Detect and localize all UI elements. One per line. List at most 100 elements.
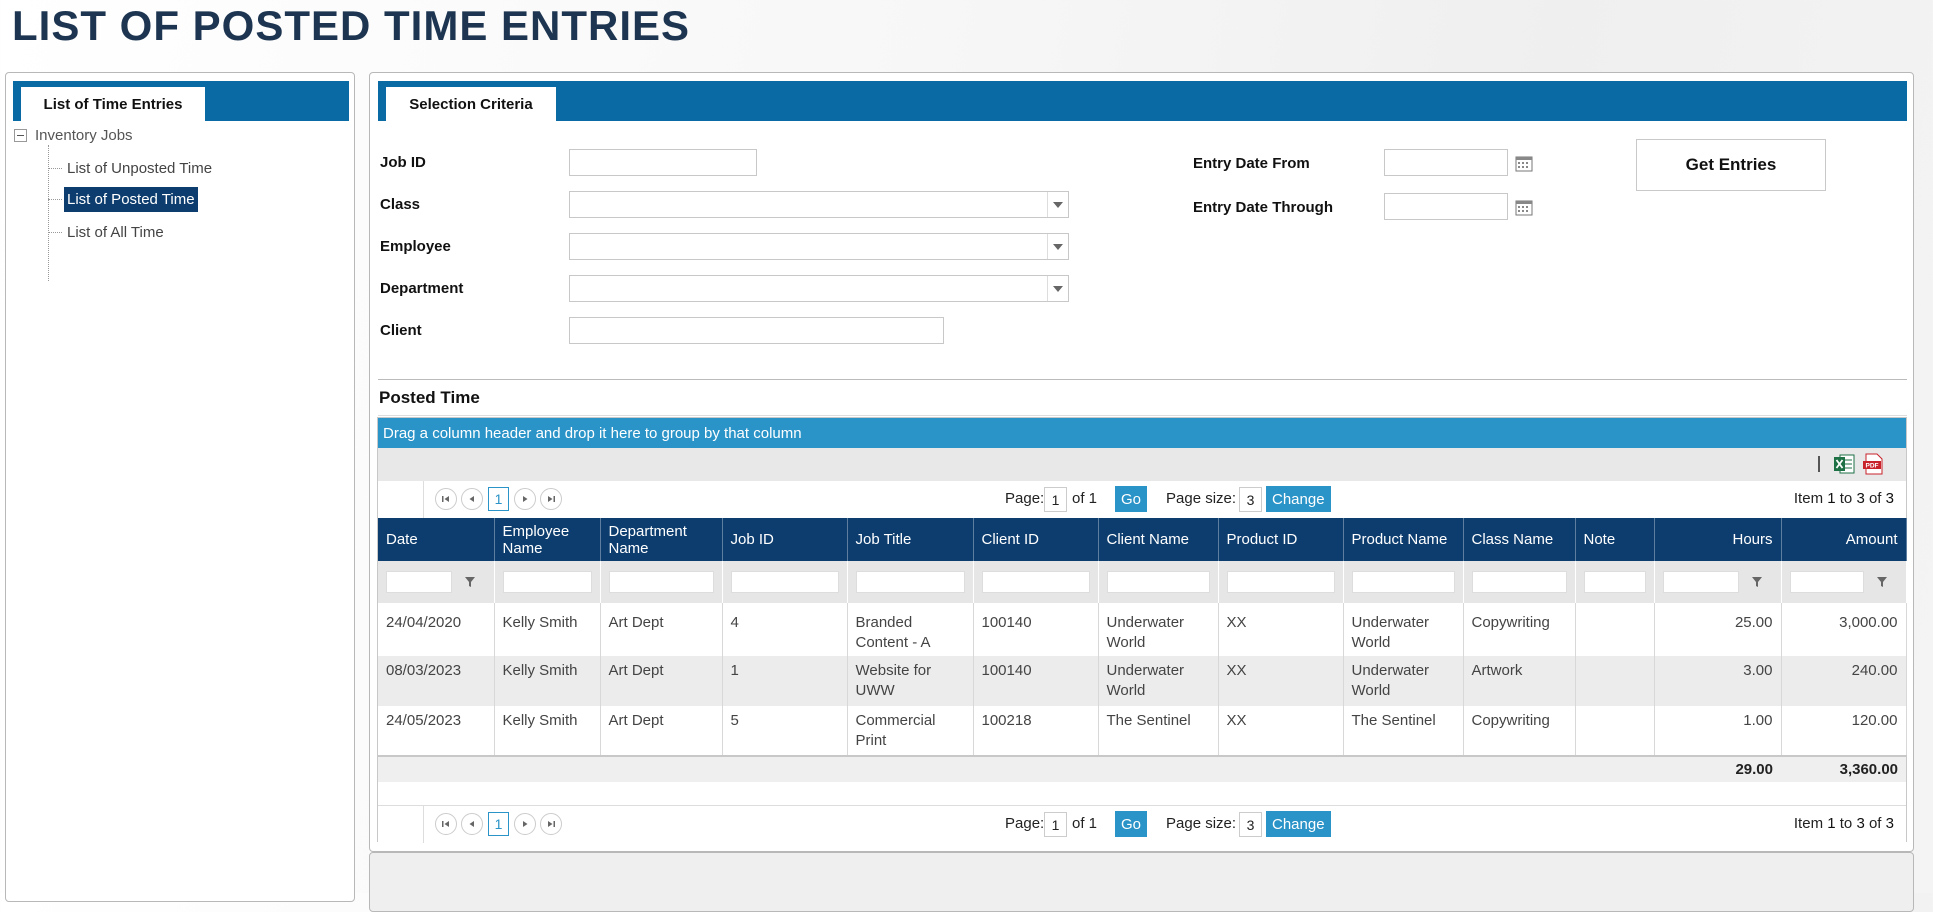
calendar-icon[interactable] (1515, 155, 1533, 172)
tab-selection-criteria[interactable]: Selection Criteria (386, 87, 556, 121)
section-title-posted-time: Posted Time (379, 388, 480, 407)
filter-icon[interactable] (1867, 569, 1897, 595)
tree-root-inventory-jobs[interactable]: Inventory Jobs (14, 127, 133, 144)
column-header-client-id[interactable]: Client ID (973, 518, 1099, 561)
page-size-label: Page size: (1166, 815, 1237, 832)
page-label: Page: (1005, 490, 1045, 507)
column-header-amount[interactable]: Amount (1781, 518, 1907, 561)
tree-item-unposted-time[interactable]: List of Unposted Time (48, 156, 215, 181)
cell-hours: 3.00 (1654, 656, 1782, 706)
cell-product-name: The Sentinel (1343, 706, 1464, 756)
entry-date-through-input[interactable] (1384, 193, 1508, 220)
filter-input-job-title[interactable] (855, 571, 965, 593)
tree-item-posted-time[interactable]: List of Posted Time (48, 187, 198, 212)
cell-employee-name: Kelly Smith (494, 656, 601, 706)
employee-label: Employee (380, 238, 451, 255)
grid-pager-top: 1 Page: 1 of 1 Go Page size: 3 Change It… (378, 481, 1906, 518)
column-header-date[interactable]: Date (378, 518, 495, 561)
first-page-icon[interactable] (435, 488, 457, 510)
filter-input-department-name[interactable] (608, 571, 714, 593)
column-header-note[interactable]: Note (1575, 518, 1655, 561)
dropdown-arrow-icon[interactable] (1047, 234, 1068, 259)
tree-item-label: List of All Time (67, 224, 164, 241)
employee-select[interactable] (569, 233, 1069, 260)
filter-input-amount[interactable] (1789, 571, 1887, 593)
table-row[interactable]: 24/05/2023 Kelly Smith Art Dept 5 Commer… (378, 706, 1907, 756)
dropdown-arrow-icon[interactable] (1047, 276, 1068, 301)
filter-icon[interactable] (1742, 569, 1772, 595)
excel-export-icon[interactable] (1833, 453, 1855, 475)
department-select[interactable] (569, 275, 1069, 302)
column-header-employee-name[interactable]: Employee Name (494, 518, 601, 561)
column-header-hours[interactable]: Hours (1654, 518, 1782, 561)
total-amount: 3,360.00 (1781, 755, 1906, 782)
entry-date-from-input[interactable] (1384, 149, 1508, 176)
entry-date-through-label: Entry Date Through (1193, 199, 1334, 216)
group-by-drop-zone[interactable]: Drag a column header and drop it here to… (378, 418, 1906, 448)
last-page-icon[interactable] (540, 488, 562, 510)
cell-note (1575, 656, 1655, 706)
cell-job-id: 1 (722, 656, 848, 706)
cell-note (1575, 706, 1655, 756)
cell-employee-name: Kelly Smith (494, 603, 601, 656)
class-select[interactable] (569, 191, 1069, 218)
change-button[interactable]: Change (1266, 811, 1331, 837)
page-number-button[interactable]: 1 (488, 812, 509, 836)
totals-row: 29.00 3,360.00 (378, 755, 1906, 782)
dropdown-arrow-icon[interactable] (1047, 192, 1068, 217)
client-label: Client (380, 322, 422, 339)
next-page-icon[interactable] (514, 488, 536, 510)
client-input[interactable] (569, 317, 944, 344)
filter-icon[interactable] (455, 569, 485, 595)
change-button[interactable]: Change (1266, 486, 1331, 512)
page-size-input[interactable]: 3 (1239, 487, 1262, 512)
calendar-icon[interactable] (1515, 199, 1533, 216)
svg-text:PDF: PDF (1866, 463, 1879, 470)
first-page-icon[interactable] (435, 813, 457, 835)
table-row[interactable]: 24/04/2020 Kelly Smith Art Dept 4 Brande… (378, 603, 1907, 656)
filter-input-job-id[interactable] (730, 571, 839, 593)
filter-input-class-name[interactable] (1471, 571, 1567, 593)
cell-amount: 240.00 (1781, 656, 1907, 706)
filter-input-date[interactable] (386, 571, 475, 593)
filter-input-employee-name[interactable] (502, 571, 592, 593)
page-size-input[interactable]: 3 (1239, 812, 1262, 837)
filter-input-product-id[interactable] (1226, 571, 1335, 593)
prev-page-icon[interactable] (461, 813, 483, 835)
tree-collapse-icon[interactable] (14, 129, 27, 142)
filter-input-note[interactable] (1583, 571, 1646, 593)
job-id-input[interactable] (569, 149, 757, 176)
go-button[interactable]: Go (1115, 811, 1148, 837)
get-entries-button[interactable]: Get Entries (1636, 139, 1826, 191)
divider (378, 379, 1907, 380)
tab-list-of-time-entries[interactable]: List of Time Entries (21, 87, 205, 121)
page-number-button[interactable]: 1 (488, 487, 509, 511)
column-header-product-id[interactable]: Product ID (1218, 518, 1344, 561)
column-header-client-name[interactable]: Client Name (1098, 518, 1219, 561)
column-header-job-title[interactable]: Job Title (847, 518, 974, 561)
cell-product-id: XX (1218, 656, 1344, 706)
column-header-job-id[interactable]: Job ID (722, 518, 848, 561)
page-input[interactable]: 1 (1044, 812, 1067, 837)
cell-product-name: Underwater World (1343, 603, 1464, 656)
go-button[interactable]: Go (1115, 486, 1148, 512)
filter-input-hours[interactable] (1662, 571, 1762, 593)
cell-class-name: Copywriting (1463, 706, 1576, 756)
column-header-department-name[interactable]: Department Name (600, 518, 723, 561)
page-input[interactable]: 1 (1044, 487, 1067, 512)
filter-input-product-name[interactable] (1351, 571, 1455, 593)
column-header-class-name[interactable]: Class Name (1463, 518, 1576, 561)
column-header-product-name[interactable]: Product Name (1343, 518, 1464, 561)
tree-item-all-time[interactable]: List of All Time (48, 220, 167, 245)
next-page-icon[interactable] (514, 813, 536, 835)
filter-input-client-id[interactable] (981, 571, 1090, 593)
prev-page-icon[interactable] (461, 488, 483, 510)
table-row[interactable]: 08/03/2023 Kelly Smith Art Dept 1 Websit… (378, 656, 1907, 706)
last-page-icon[interactable] (540, 813, 562, 835)
page-title: LIST OF POSTED TIME ENTRIES (12, 2, 691, 49)
cell-date: 24/05/2023 (378, 706, 495, 756)
pdf-export-icon[interactable]: PDF (1862, 453, 1884, 475)
filter-input-client-name[interactable] (1106, 571, 1210, 593)
cell-client-name: The Sentinel (1098, 706, 1219, 756)
cell-client-id: 100140 (973, 656, 1099, 706)
